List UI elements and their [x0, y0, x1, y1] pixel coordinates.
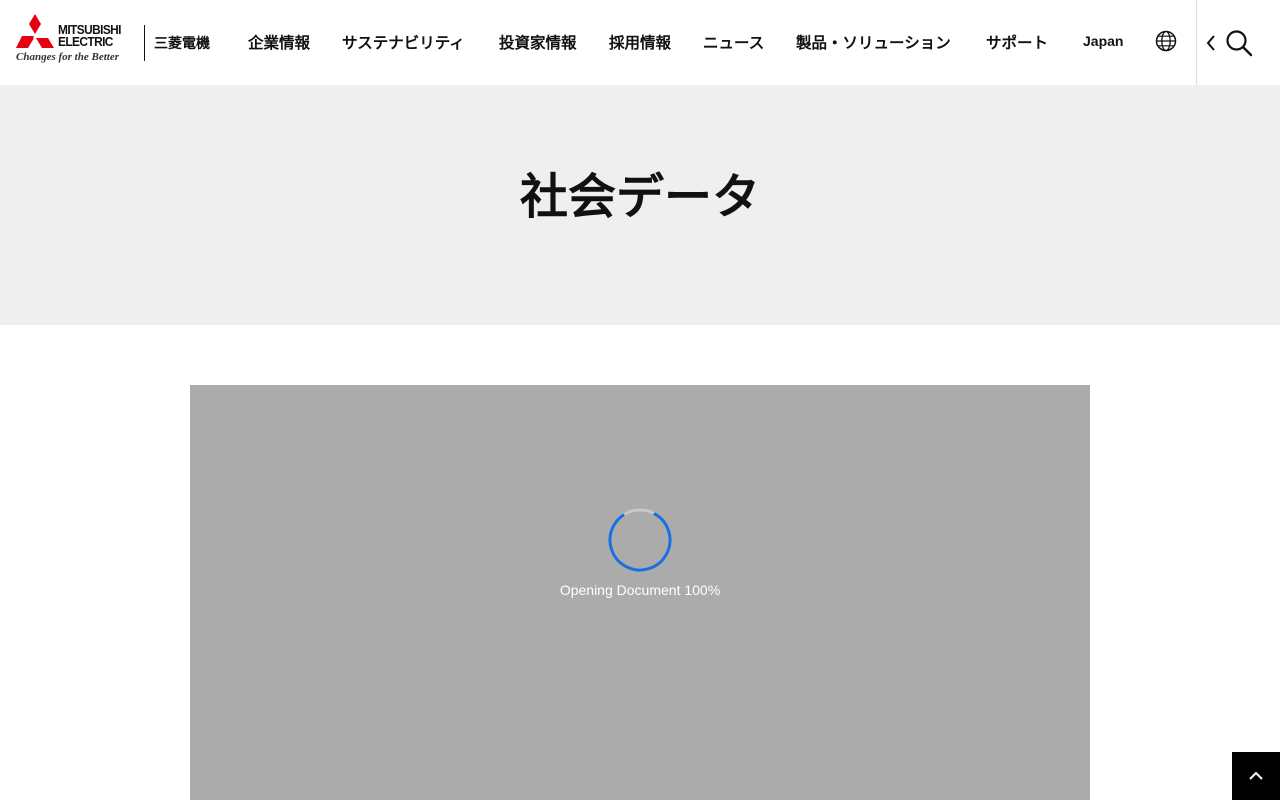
loading-spinner-icon	[608, 508, 672, 572]
brand-tagline: Changes for the Better	[16, 51, 119, 63]
logo-divider	[144, 25, 145, 61]
globe-icon[interactable]	[1155, 30, 1177, 52]
search-toggle[interactable]	[1196, 0, 1280, 85]
nav-item-sustainability[interactable]: サステナビリティ	[342, 31, 465, 53]
chevron-left-icon[interactable]	[1205, 34, 1217, 52]
nav-item-investors[interactable]: 投資家情報	[499, 31, 577, 53]
nav-item-support[interactable]: サポート	[986, 31, 1048, 53]
back-to-top-button[interactable]	[1232, 752, 1280, 800]
nav-item-corporate[interactable]: 企業情報	[248, 31, 310, 53]
nav-item-products[interactable]: 製品・ソリューション	[796, 31, 951, 53]
search-icon[interactable]	[1225, 29, 1253, 57]
brand-name: MITSUBISHI ELECTRIC	[58, 23, 121, 49]
language-selector[interactable]: Japan	[1083, 33, 1123, 49]
page-hero: 社会データ	[0, 85, 1280, 325]
chevron-up-icon	[1249, 771, 1263, 780]
loading-status-text: Opening Document 100%	[559, 582, 721, 598]
site-header: MITSUBISHI ELECTRIC Changes for the Bett…	[0, 0, 1280, 85]
document-viewer[interactable]: Opening Document 100%	[190, 385, 1090, 800]
brand-name-jp: 三菱電機	[154, 36, 210, 52]
page-title: 社会データ	[519, 169, 760, 225]
three-diamonds-icon	[16, 14, 54, 48]
nav-item-news[interactable]: ニュース	[703, 31, 764, 53]
mitsubishi-electric-logo[interactable]: MITSUBISHI ELECTRIC Changes for the Bett…	[14, 12, 136, 66]
nav-item-careers[interactable]: 採用情報	[609, 31, 671, 53]
